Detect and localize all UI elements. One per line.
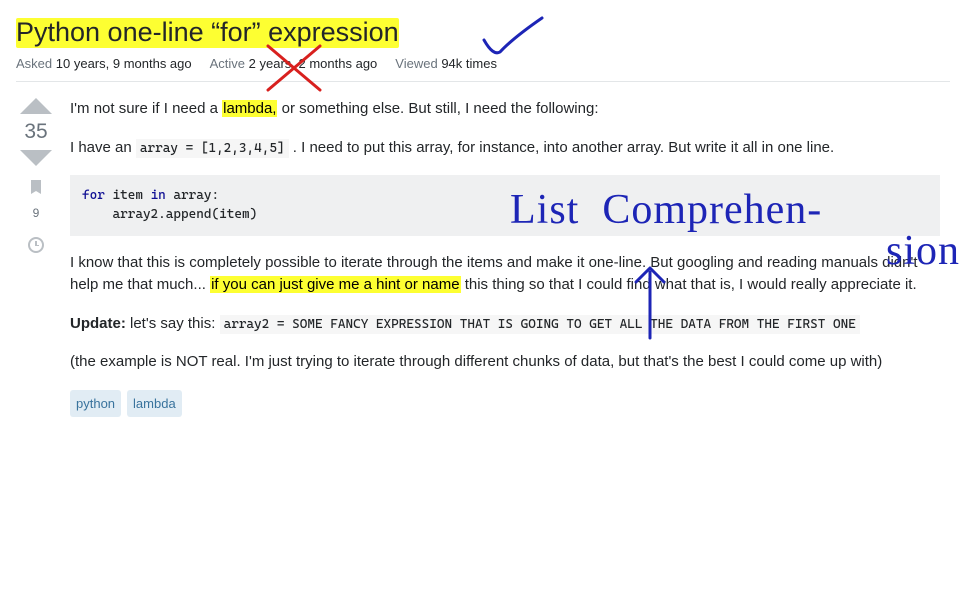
bookmark-count: 9 <box>33 206 40 220</box>
post-body: I'm not sure if I need a lambda, or some… <box>70 98 940 417</box>
viewed-meta: Viewed 94k times <box>395 56 497 71</box>
tags-row: python lambda <box>70 390 940 418</box>
p2-after: . I need to put this array, for instance… <box>289 139 835 156</box>
para-2: I have an array = [1,2,3,4,5] . I need t… <box>70 137 940 160</box>
question-meta: Asked 10 years, 9 months ago Active 2 ye… <box>16 56 950 82</box>
kw-for: for <box>82 188 105 203</box>
para-update: Update: let's say this: array2 = SOME FA… <box>70 313 940 336</box>
update-label: Update: <box>70 315 126 332</box>
inline-code-array: array = [1,2,3,4,5] <box>136 139 289 158</box>
code-line1-rest: array: <box>166 188 219 203</box>
para-5: (the example is NOT real. I'm just tryin… <box>70 351 940 374</box>
vote-column: 35 9 <box>16 98 56 417</box>
active-label: Active <box>210 56 245 71</box>
question-row: 35 9 I'm not sure if I need a lambda, or… <box>16 98 950 417</box>
code-line2: array2.append(item) <box>82 207 257 222</box>
asked-label: Asked <box>16 56 52 71</box>
p2-before: I have an <box>70 139 136 156</box>
update-text: let's say this: <box>126 315 220 332</box>
handwriting-list-comprehension: List Comprehen- sion <box>510 188 966 272</box>
tag-lambda[interactable]: lambda <box>127 390 182 418</box>
upvote-icon[interactable] <box>20 98 52 114</box>
viewed-label: Viewed <box>395 56 437 71</box>
active-value: 2 years, 2 months ago <box>249 56 378 71</box>
highlight-hint: if you can just give me a hint or name <box>210 276 460 293</box>
p1-after: or something else. But still, I need the… <box>277 100 598 117</box>
kw-in: in <box>151 188 166 203</box>
code-item: item <box>105 188 151 203</box>
page-title: Python one-line “for” expression <box>16 14 399 50</box>
vote-score: 35 <box>24 120 47 144</box>
question-header: Python one-line “for” expression Asked 1… <box>16 14 950 82</box>
asked-value: 10 years, 9 months ago <box>56 56 192 71</box>
timeline-icon[interactable] <box>27 236 45 258</box>
p1-before: I'm not sure if I need a <box>70 100 222 117</box>
active-meta: Active 2 years, 2 months ago <box>210 56 378 71</box>
viewed-value: 94k times <box>441 56 497 71</box>
checkmark-annotation <box>478 10 548 60</box>
para-1: I'm not sure if I need a lambda, or some… <box>70 98 940 121</box>
p3-after: this thing so that I could find what tha… <box>461 276 917 293</box>
bookmark-icon[interactable] <box>27 178 45 200</box>
update-code: array2 = SOME FANCY EXPRESSION THAT IS G… <box>220 315 860 334</box>
downvote-icon[interactable] <box>20 150 52 166</box>
asked-meta: Asked 10 years, 9 months ago <box>16 56 192 71</box>
highlight-lambda: lambda, <box>222 100 277 117</box>
tag-python[interactable]: python <box>70 390 121 418</box>
title-text: Python one-line “for” expression <box>16 17 399 47</box>
